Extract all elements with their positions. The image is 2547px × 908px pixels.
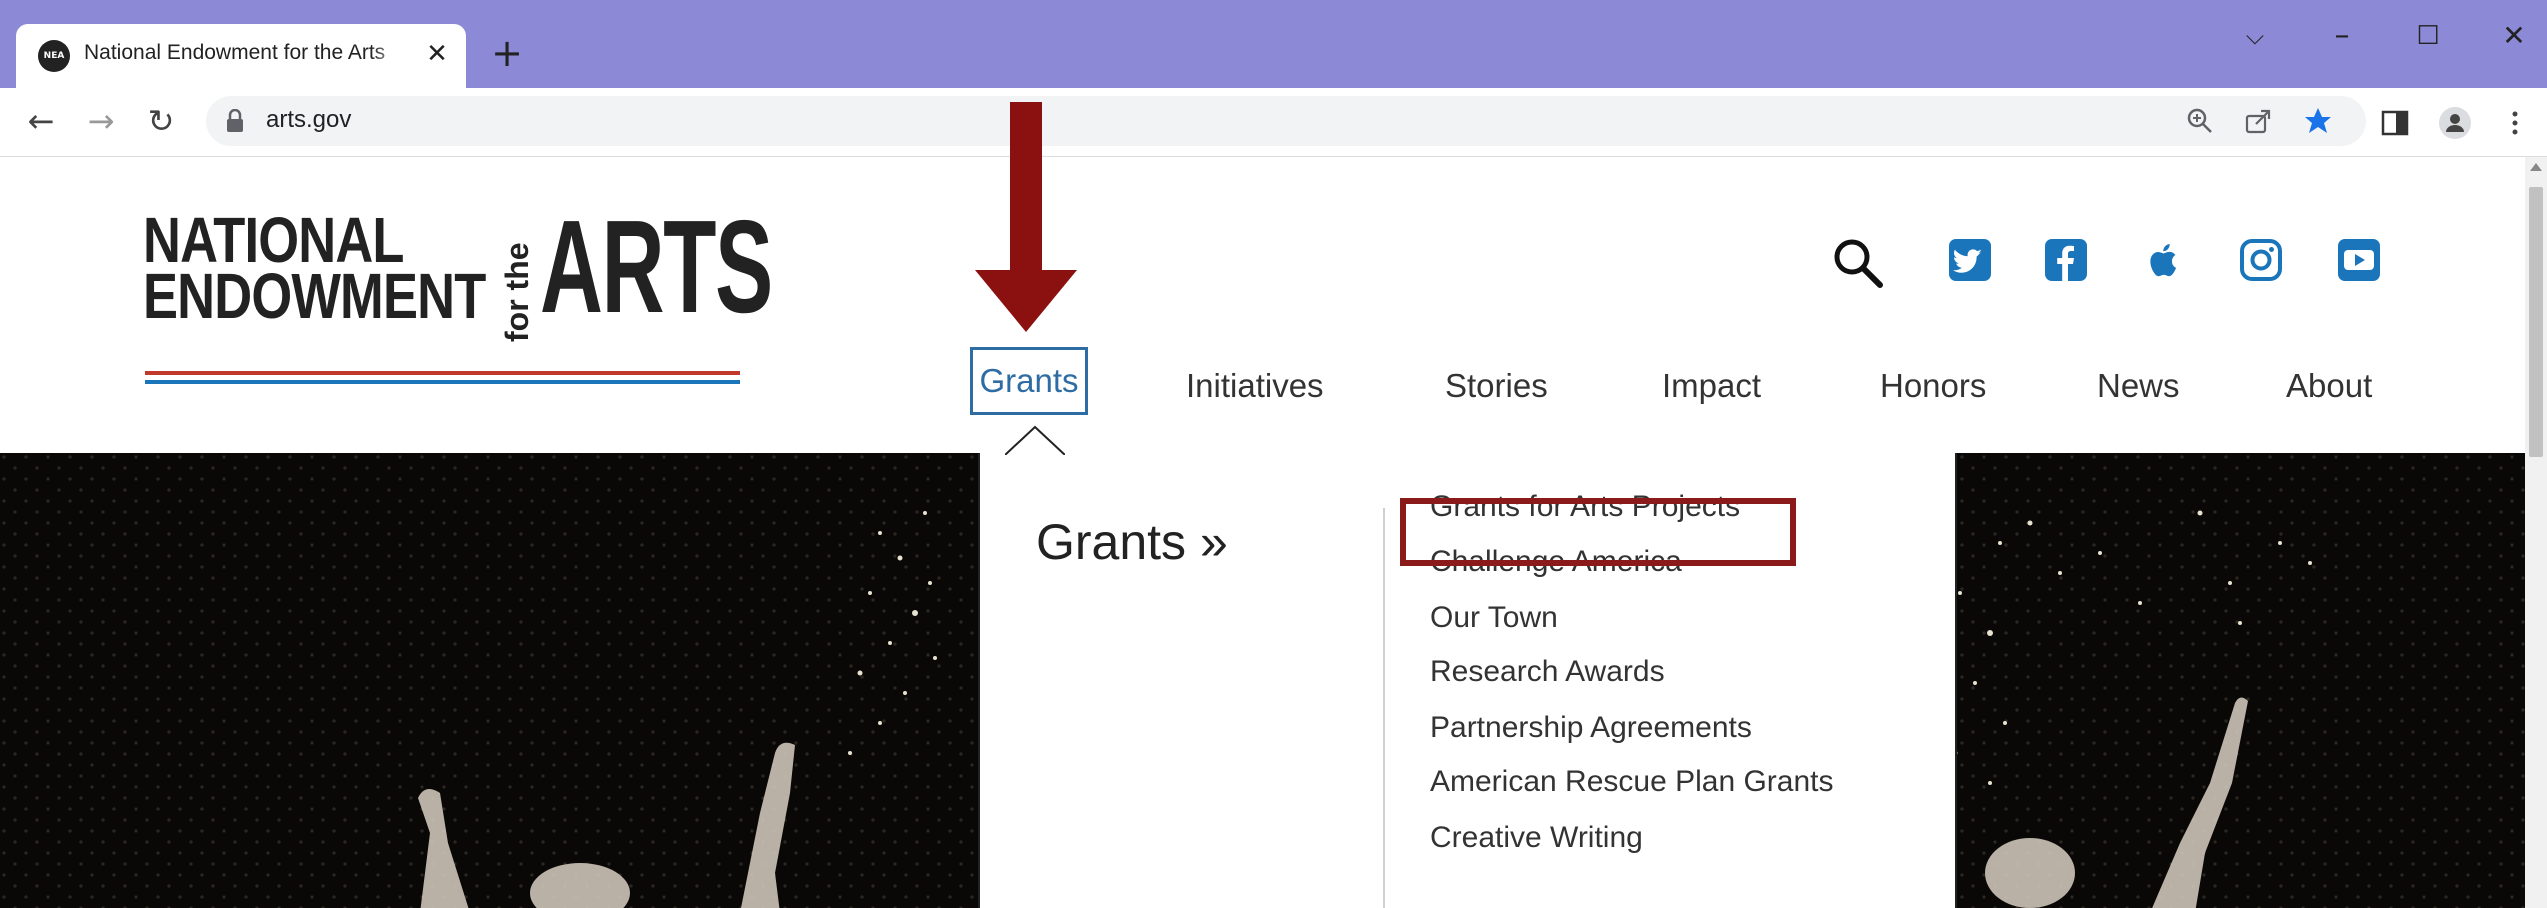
url-text[interactable]: arts.gov [266,106,351,134]
new-tab-button[interactable]: + [490,34,524,72]
profile-icon[interactable] [2438,106,2472,140]
dropdown-heading[interactable]: Grants » [1036,513,1228,571]
search-icon[interactable] [1830,235,1886,291]
nav-initiatives[interactable]: Initiatives [1186,367,1324,405]
nav-grants[interactable]: Grants [970,347,1088,415]
nea-favicon-icon: NEA [38,40,70,72]
forward-button[interactable]: → [78,98,124,144]
apple-icon[interactable] [2141,237,2187,283]
dropdown-link-our-town[interactable]: Our Town [1430,601,1558,635]
zoom-icon[interactable] [2184,105,2216,137]
dropdown-link-research-awards[interactable]: Research Awards [1430,655,1665,689]
logo-blue-stripe [145,380,740,384]
dropdown-link-partnership-agreements[interactable]: Partnership Agreements [1430,711,1752,745]
menu-icon[interactable] [2498,106,2532,140]
logo-for-the: for the [495,222,543,342]
youtube-icon[interactable] [2336,237,2382,283]
annotation-highlight-box [1400,498,1796,566]
bookmark-star-icon[interactable] [2302,105,2334,137]
browser-tab[interactable]: NEA National Endowment for the Arts ✕ [16,24,466,88]
logo-arts[interactable]: ARTS [540,201,773,333]
tab-title: National Endowment for the Arts [84,41,386,64]
dropdown-link-american-rescue-plan-grants[interactable]: American Rescue Plan Grants [1430,765,1834,799]
minimize-icon[interactable]: – [2312,14,2372,58]
browser-toolbar: ← → ↻ arts.gov [0,88,2547,157]
logo-line-endowment: ENDOWMENT [143,260,486,332]
dropdown-caret-icon [1005,425,1065,455]
window-close-icon[interactable]: ✕ [2484,14,2544,58]
logo-red-stripe [145,371,740,375]
reload-button[interactable]: ↻ [138,98,184,144]
back-button[interactable]: ← [18,98,64,144]
nav-news[interactable]: News [2097,367,2180,405]
tab-close-icon[interactable]: ✕ [421,38,453,70]
annotation-down-arrow-icon [975,102,1077,332]
lock-icon[interactable] [226,109,244,133]
facebook-icon[interactable] [2043,237,2089,283]
nav-impact[interactable]: Impact [1662,367,1761,405]
scroll-up-arrow-icon[interactable] [2530,163,2542,171]
address-bar[interactable]: arts.gov [206,96,2366,146]
instagram-icon[interactable] [2238,237,2284,283]
twitter-icon[interactable] [1947,237,1993,283]
page-scrollbar[interactable] [2525,157,2547,908]
nav-stories[interactable]: Stories [1445,367,1548,405]
dropdown-link-creative-writing[interactable]: Creative Writing [1430,821,1643,855]
maximize-icon[interactable]: ☐ [2398,14,2458,58]
nav-honors[interactable]: Honors [1880,367,1986,405]
share-icon[interactable] [2242,105,2274,137]
side-panel-icon[interactable] [2378,106,2412,140]
logo-national-endowment[interactable]: NATIONAL ENDOWMENT [143,208,486,332]
browser-tabstrip: NEA National Endowment for the Arts ✕ + … [0,0,2547,88]
dropdown-divider [1383,508,1385,908]
logo-for-the-text: for the [499,242,535,342]
tab-search-chevron-icon[interactable]: ⌵ [2225,14,2285,58]
nav-about[interactable]: About [2286,367,2372,405]
web-page: NATIONAL ENDOWMENT for the ARTS Grants I… [0,157,2525,908]
scroll-thumb[interactable] [2529,187,2543,457]
